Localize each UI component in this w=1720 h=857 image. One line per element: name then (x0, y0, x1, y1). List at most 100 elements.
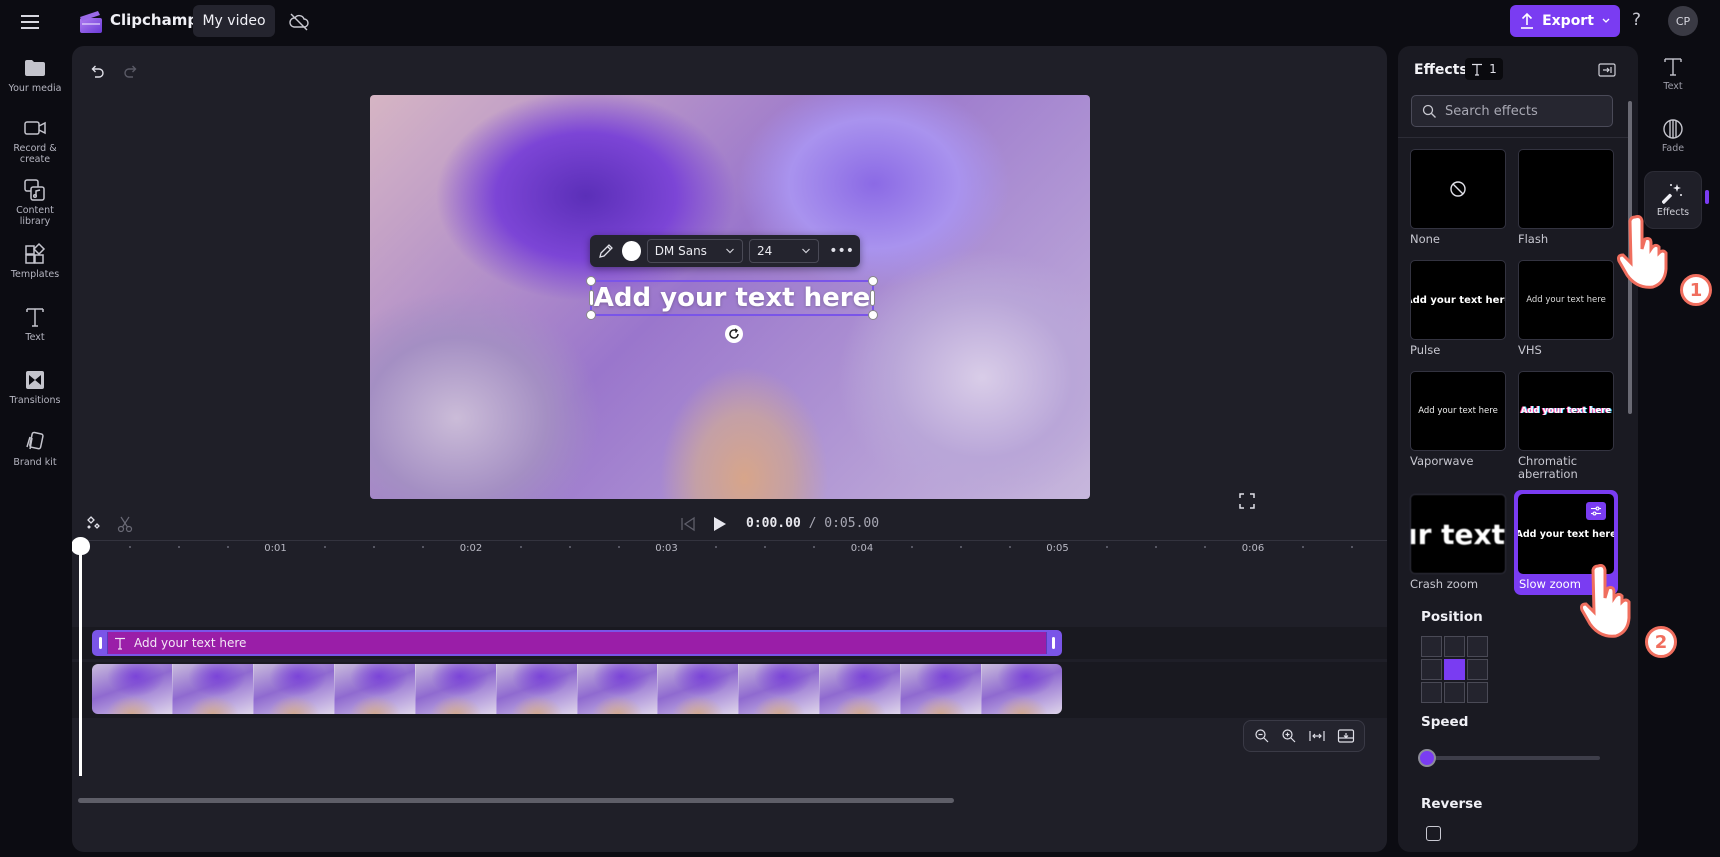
ruler-tick (764, 546, 767, 548)
time-separator: / (808, 516, 817, 531)
reverse-checkbox[interactable] (1426, 826, 1441, 841)
fullscreen-icon[interactable] (1239, 493, 1255, 509)
position-bottom-left[interactable] (1421, 682, 1442, 703)
text-clip[interactable]: Add your text here (92, 630, 1062, 656)
resize-handle[interactable] (868, 276, 878, 286)
effect-card-vhs[interactable]: Add your text here VHS (1518, 260, 1614, 357)
effect-preview-text: Add your text here (1518, 528, 1614, 540)
export-button[interactable]: Export (1510, 5, 1620, 37)
search-effects-input[interactable]: Search effects (1411, 95, 1613, 127)
speed-slider-track[interactable] (1430, 756, 1600, 760)
camera-icon (23, 116, 47, 140)
sidebar-item-record-create[interactable]: Record & create (0, 116, 70, 165)
collapse-timeline-icon[interactable] (1337, 728, 1355, 744)
position-middle-left[interactable] (1421, 659, 1442, 680)
help-button[interactable]: ? (1632, 10, 1641, 30)
resize-handle[interactable] (870, 290, 875, 306)
effect-card-none[interactable]: None (1410, 149, 1506, 246)
resize-handle[interactable] (586, 310, 596, 320)
font-family-dropdown[interactable]: DM Sans (646, 239, 744, 263)
effect-name: Chromatic aberration (1518, 454, 1578, 481)
ruler-tick (177, 546, 180, 548)
sidebar-item-your-media[interactable]: Your media (0, 56, 70, 94)
position-middle-right[interactable] (1467, 659, 1488, 680)
cloud-off-icon[interactable] (288, 11, 310, 33)
edit-pencil-icon[interactable] (596, 241, 616, 261)
chevron-down-icon (802, 248, 811, 254)
skip-to-start-icon[interactable] (680, 516, 696, 532)
redo-icon[interactable] (122, 62, 140, 80)
ruler-tick (519, 546, 522, 548)
text-toolbar: DM Sans 24 ••• (590, 235, 860, 267)
sidebar-item-label: Text (25, 332, 45, 343)
position-bottom-right[interactable] (1467, 682, 1488, 703)
sidebar-item-content-library[interactable]: Content library (0, 178, 70, 227)
position-top-left[interactable] (1421, 636, 1442, 657)
video-clip[interactable] (92, 664, 1062, 714)
sidebar-item-label: Templates (10, 269, 60, 280)
overlay-text[interactable]: Add your text here (592, 282, 872, 314)
video-frame-thumbnail (253, 664, 335, 714)
font-family-value: DM Sans (654, 244, 707, 258)
position-top-center[interactable] (1444, 636, 1465, 657)
play-icon[interactable] (712, 515, 728, 533)
collapse-panel-icon[interactable] (1598, 62, 1616, 78)
sidebar-item-label: Record & create (13, 143, 57, 165)
resize-handle[interactable] (868, 310, 878, 320)
effect-card-pulse[interactable]: Add your text here Pulse (1410, 260, 1506, 357)
app-brand-name: Clipchamp (110, 11, 199, 29)
ruler-label: 0:04 (850, 543, 874, 554)
transitions-icon (23, 368, 47, 392)
zoom-out-icon[interactable] (1254, 728, 1270, 744)
effects-panel: Effects 1 Search effects None Flash Add … (1398, 46, 1638, 852)
text-selection-box[interactable]: Add your text here (586, 276, 878, 320)
ai-sparkle-icon[interactable] (84, 515, 102, 533)
tab-text[interactable]: Text (1644, 56, 1702, 92)
clipchamp-logo-icon (78, 9, 104, 35)
position-center[interactable] (1444, 659, 1465, 680)
resize-handle[interactable] (589, 290, 594, 306)
upload-icon (1521, 12, 1534, 29)
timeline-horizontal-scrollbar[interactable] (78, 798, 954, 803)
text-color-swatch[interactable] (622, 241, 641, 261)
effect-thumbnail: Add your text here (1518, 371, 1614, 451)
effect-card-chromatic-aberration[interactable]: Add your text here Chromatic aberration (1518, 371, 1614, 481)
ruler-tick (813, 546, 816, 548)
ruler-tick (568, 546, 571, 548)
editor-panel: DM Sans 24 ••• Add your text here 0:00.0… (72, 46, 1387, 852)
sidebar-item-label: Content library (16, 205, 54, 227)
sidebar-item-transitions[interactable]: Transitions (0, 368, 70, 406)
more-options-icon[interactable]: ••• (829, 243, 854, 259)
adjust-settings-icon[interactable] (1586, 502, 1606, 520)
video-frame-thumbnail (334, 664, 416, 714)
position-top-right[interactable] (1467, 636, 1488, 657)
rotate-handle-icon[interactable] (725, 325, 743, 343)
clip-trim-handle-left[interactable] (94, 632, 108, 654)
sidebar-item-text[interactable]: Text (0, 305, 70, 343)
ruler-label: 0:02 (459, 543, 483, 554)
speed-slider-thumb[interactable] (1418, 749, 1436, 767)
scissors-icon[interactable] (116, 515, 134, 533)
hamburger-menu-icon[interactable] (18, 11, 44, 33)
ruler-label: 0:06 (1241, 543, 1265, 554)
zoom-in-icon[interactable] (1281, 728, 1297, 744)
resize-handle[interactable] (586, 276, 596, 286)
project-title-button[interactable]: My video (193, 5, 275, 37)
playhead-line[interactable] (79, 546, 82, 776)
effect-card-crash-zoom[interactable]: your text Crash zoom (1410, 494, 1506, 591)
video-frame-thumbnail (658, 664, 740, 714)
effect-thumbnail: your text (1410, 494, 1506, 574)
tab-fade[interactable]: Fade (1644, 118, 1702, 154)
video-preview[interactable]: DM Sans 24 ••• Add your text here (370, 95, 1090, 499)
sidebar-item-brand-kit[interactable]: Brand kit (0, 430, 70, 468)
sidebar-item-templates[interactable]: Templates (0, 242, 70, 280)
undo-icon[interactable] (88, 62, 106, 80)
effect-thumbnail: Add your text here (1410, 371, 1506, 451)
position-bottom-center[interactable] (1444, 682, 1465, 703)
font-size-dropdown[interactable]: 24 (749, 239, 820, 263)
avatar[interactable]: CP (1668, 6, 1698, 36)
effect-card-flash[interactable]: Flash (1518, 149, 1614, 246)
effect-card-vaporwave[interactable]: Add your text here Vaporwave (1410, 371, 1506, 468)
clip-trim-handle-right[interactable] (1046, 632, 1060, 654)
fit-to-width-icon[interactable] (1308, 728, 1326, 744)
